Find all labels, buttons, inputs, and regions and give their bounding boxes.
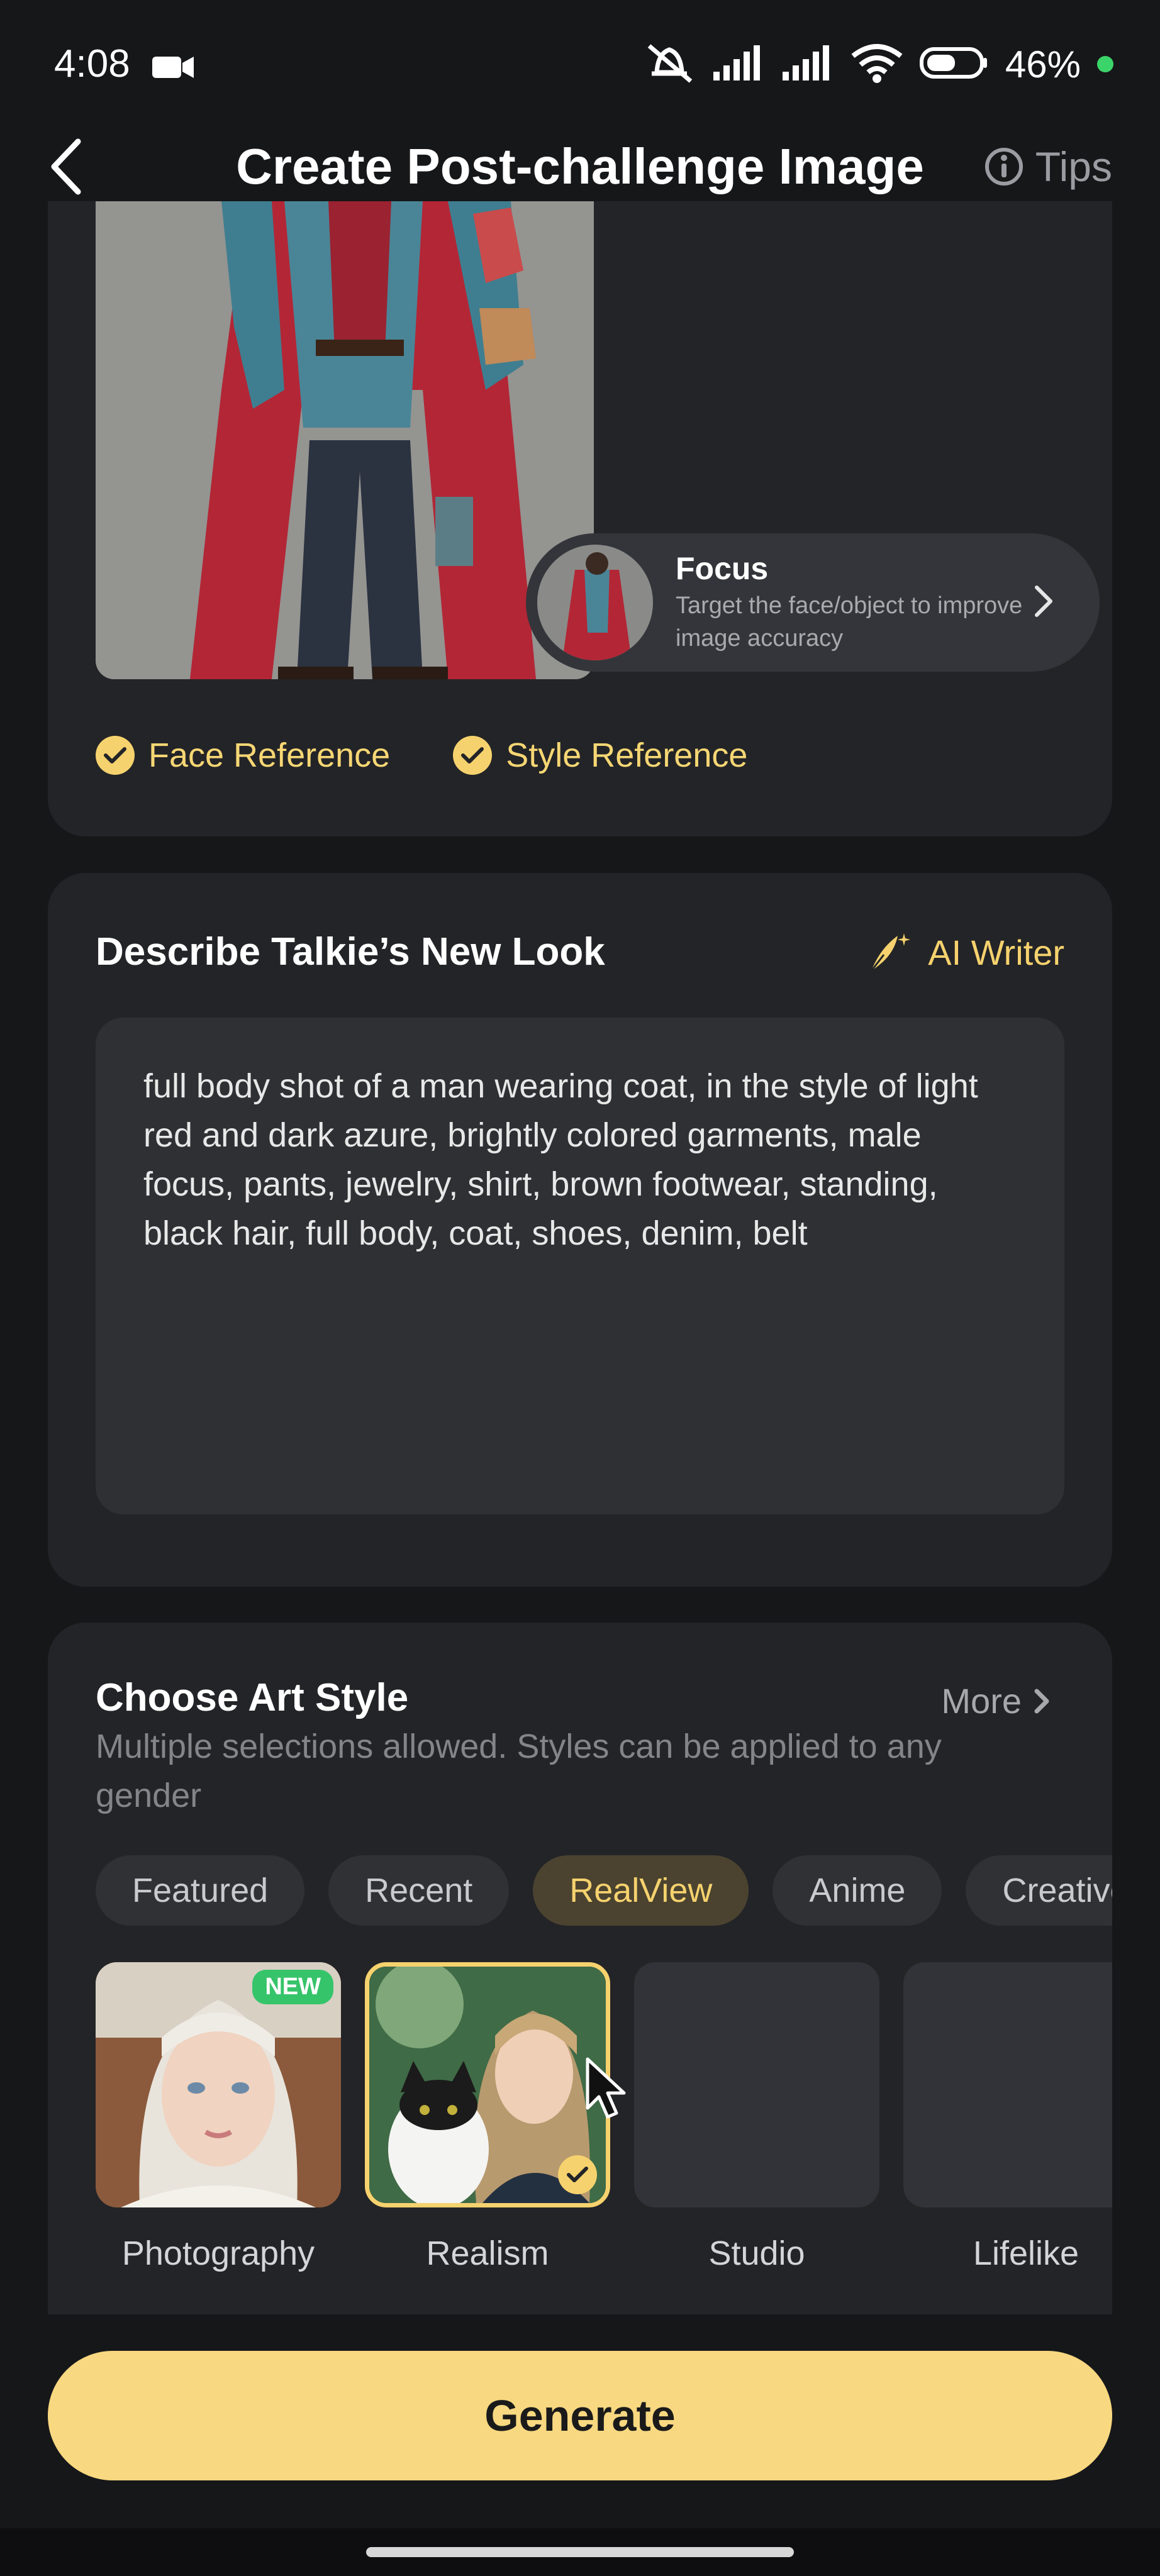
tips-button[interactable]: Tips [984, 132, 1112, 201]
prompt-textarea[interactable]: full body shot of a man wearing coat, in… [96, 1018, 1064, 1514]
battery-percent: 46% [1005, 43, 1081, 86]
tab-anime[interactable]: Anime [772, 1855, 942, 1926]
reference-image[interactable] [96, 201, 594, 679]
quill-icon [871, 933, 911, 972]
art-style-subtitle: Multiple selections allowed. Styles can … [96, 1728, 942, 1814]
chevron-right-icon [1034, 1689, 1049, 1713]
tab-realview[interactable]: RealView [533, 1855, 749, 1926]
ai-writer-button[interactable]: AI Writer [865, 930, 1064, 975]
ai-writer-label: AI Writer [928, 932, 1064, 972]
style-realism[interactable]: Realism [365, 1962, 610, 2273]
battery-icon [919, 45, 989, 84]
camera-icon [151, 53, 195, 85]
style-reference-label: Style Reference [506, 736, 748, 774]
prompt-text[interactable]: full body shot of a man wearing coat, in… [96, 1018, 1064, 1302]
tab-featured[interactable]: Featured [96, 1855, 305, 1926]
info-icon [984, 148, 1023, 186]
art-style-title: Choose Art Style [96, 1676, 409, 1719]
style-studio[interactable]: Studio [634, 1962, 879, 2273]
home-indicator[interactable] [366, 2547, 794, 2557]
focus-button[interactable]: Focus Target the face/object to improve … [526, 533, 1100, 672]
generate-button[interactable]: Generate [48, 2351, 1112, 2480]
wifi-icon [850, 42, 903, 87]
new-badge: NEW [252, 1970, 333, 2004]
check-icon [453, 736, 493, 775]
more-label: More [941, 1681, 1022, 1721]
style-photography[interactable]: NEW Photography [96, 1962, 341, 2273]
describe-title: Describe Talkie’s New Look [96, 930, 605, 974]
art-style-tabs: Featured Recent RealView Anime Creative [96, 1855, 1112, 1926]
cursor-icon [585, 2057, 629, 2123]
mute-icon [643, 41, 696, 88]
reference-card: Focus Target the face/object to improve … [48, 201, 1112, 836]
chevron-right-icon [1030, 582, 1068, 623]
face-reference-label: Face Reference [148, 736, 391, 774]
signal-icon [781, 44, 834, 85]
style-reference-toggle[interactable]: Style Reference [453, 736, 747, 775]
man-in-coat-image [96, 201, 594, 679]
style-thumbnail-selected [365, 1962, 610, 2207]
describe-card: Describe Talkie’s New Look AI Writer ful… [48, 873, 1112, 1587]
style-label: Photography [121, 2235, 315, 2272]
style-thumbnail [634, 1962, 879, 2207]
status-dot [1097, 56, 1113, 72]
style-thumbnail [903, 1962, 1112, 2207]
check-icon [558, 2155, 597, 2194]
style-label: Realism [426, 2235, 549, 2272]
check-icon [96, 736, 135, 775]
style-thumbnail: NEW [96, 1962, 341, 2207]
status-time: 4:08 [54, 42, 130, 86]
focus-title: Focus [676, 551, 769, 586]
style-label: Studio [708, 2235, 805, 2272]
focus-thumbnail [537, 545, 653, 660]
more-button[interactable]: More [941, 1680, 1052, 1721]
art-style-card: Choose Art Style More Multiple selection… [48, 1623, 1112, 2314]
focus-subtitle: Target the face/object to improve image … [676, 592, 1023, 652]
signal-icon [712, 44, 765, 85]
style-label: Lifelike [973, 2235, 1079, 2272]
status-bar: 4:08 46% [0, 0, 1160, 132]
tab-recent[interactable]: Recent [328, 1855, 510, 1926]
face-reference-toggle[interactable]: Face Reference [96, 736, 390, 775]
style-lifelike[interactable]: Lifelike [903, 1962, 1112, 2273]
tab-creative[interactable]: Creative [966, 1855, 1112, 1926]
tips-label: Tips [1035, 143, 1112, 190]
